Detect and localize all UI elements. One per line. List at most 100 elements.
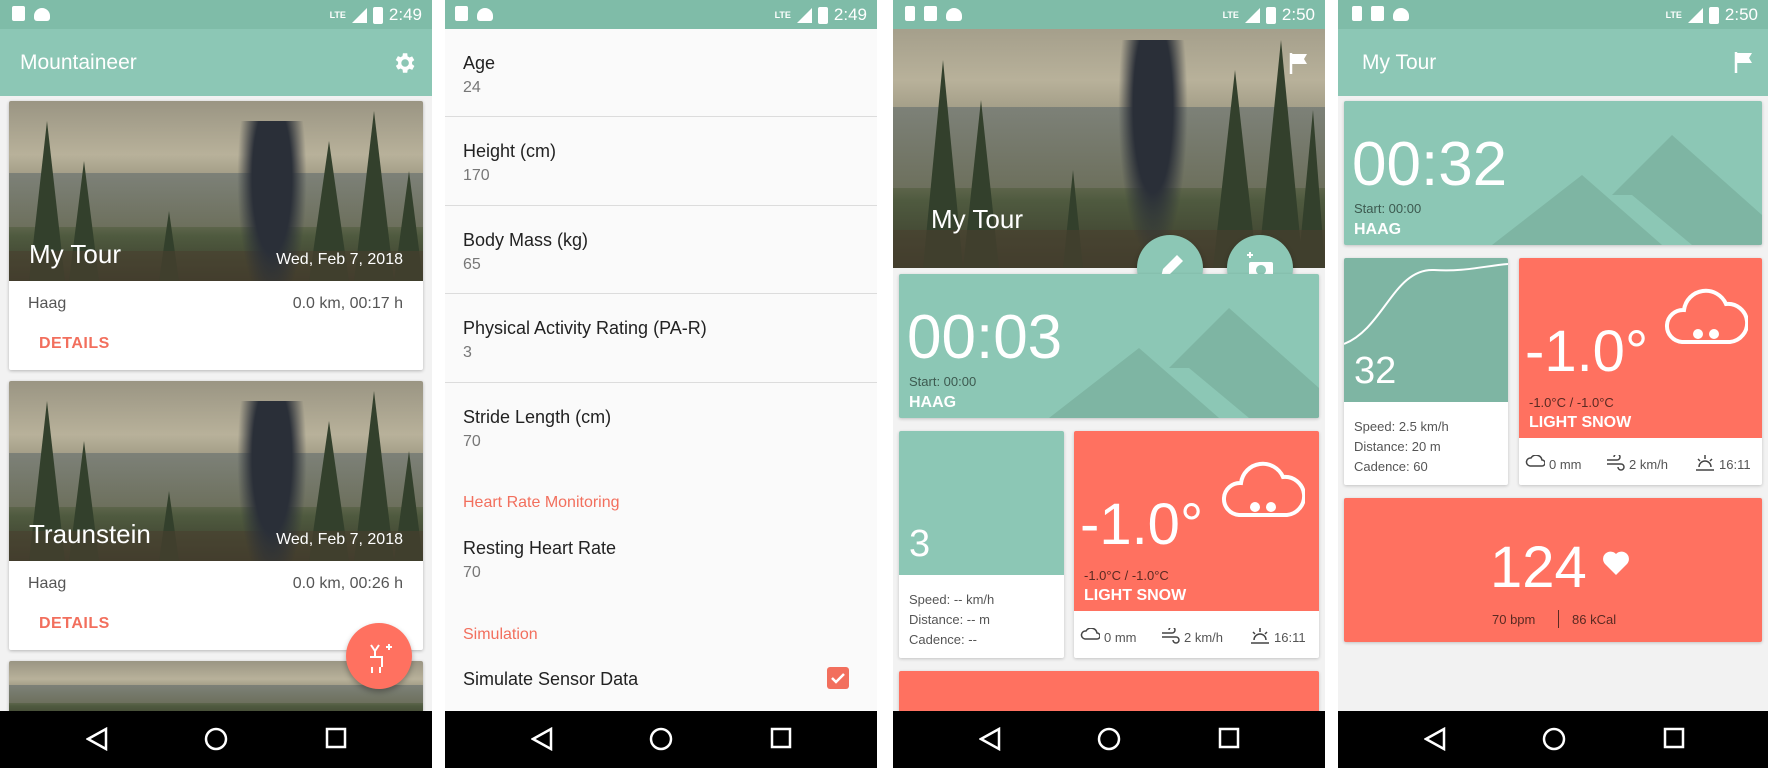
pref-simulate-sensor[interactable]: Simulate Sensor Data xyxy=(445,655,877,705)
clock: 2:50 xyxy=(1281,5,1315,24)
sunset-icon xyxy=(1696,455,1714,471)
tour-title: Traunstein xyxy=(29,519,151,549)
home-icon[interactable] xyxy=(204,727,228,751)
lte-label: LTE xyxy=(1222,9,1239,20)
mountain-graphic xyxy=(1492,135,1762,245)
bpm-value: 70 bpm xyxy=(1492,612,1536,627)
recents-icon[interactable] xyxy=(325,727,347,749)
flag-icon[interactable] xyxy=(1288,52,1310,74)
rain-icon xyxy=(1080,628,1100,640)
temp-range: -1.0°C / -1.0°C xyxy=(1529,395,1614,410)
rain-value: 0 mm xyxy=(1104,630,1137,645)
steps-tile: 3 Speed: -- km/h Distance: -- m Cadence:… xyxy=(899,431,1064,658)
temperature: -1.0° xyxy=(1525,319,1649,384)
step-count: 3 xyxy=(909,523,931,565)
recents-icon[interactable] xyxy=(1663,727,1685,749)
details-button[interactable]: DETAILS xyxy=(39,335,110,353)
android-icon xyxy=(34,8,50,21)
pref-value: 70 xyxy=(463,564,481,581)
heart-rate-value: 124 xyxy=(1490,535,1587,600)
battery-icon xyxy=(1265,6,1276,24)
signal-icon xyxy=(1244,7,1260,23)
tour-photo: My Tour Wed, Feb 7, 2018 xyxy=(9,101,423,281)
steps-tile: 32 Speed: 2.5 km/h Distance: 20 m Cadenc… xyxy=(1344,258,1508,485)
add-tour-fab[interactable] xyxy=(346,623,412,689)
pref-label: Body Mass (kg) xyxy=(463,230,589,250)
pref-label: Age xyxy=(463,53,496,73)
pref-height[interactable]: Height (cm) 170 xyxy=(445,117,877,206)
clock: 2:50 xyxy=(1724,5,1758,24)
nav-bar xyxy=(445,711,877,768)
details-button[interactable]: DETAILS xyxy=(39,615,110,633)
screen-tour-detail: My Tour LTE 2:50 00:03 Start: 00:00 HAAG … xyxy=(893,0,1325,768)
heart-rate-tile: 124 70 bpm 86 kCal xyxy=(1344,498,1762,642)
nav-bar xyxy=(0,711,432,768)
status-bar: LTE 2:49 xyxy=(0,0,432,29)
nav-bar xyxy=(893,711,1325,768)
back-icon[interactable] xyxy=(979,727,1001,751)
tour-card[interactable]: Traunstein Wed, Feb 7, 2018 Haag 0.0 km,… xyxy=(9,381,423,650)
weather-condition: LIGHT SNOW xyxy=(1084,587,1187,604)
back-icon[interactable] xyxy=(531,727,553,751)
pref-activity-rating[interactable]: Physical Activity Rating (PA-R) 3 xyxy=(445,294,877,383)
sd-card-icon xyxy=(455,6,468,21)
pref-label: Height (cm) xyxy=(463,141,557,161)
walking-icon xyxy=(905,6,915,21)
screen-tour-dashboard: LTE 2:50 My Tour 00:32 Start: 00:00 HAAG … xyxy=(1338,0,1768,768)
rain-icon xyxy=(1525,455,1545,467)
tour-title: My Tour xyxy=(931,204,1023,234)
lte-label: LTE xyxy=(1665,9,1682,20)
pref-stride-length[interactable]: Stride Length (cm) 70 xyxy=(445,383,877,471)
heart-icon xyxy=(1603,551,1629,575)
android-icon xyxy=(1393,8,1409,21)
temperature: -1.0° xyxy=(1080,492,1204,557)
pref-value: 24 xyxy=(463,79,481,96)
weather-tile: -1.0° -1.0°C / -1.0°C LIGHT SNOW 0 mm 2 … xyxy=(1074,431,1319,658)
tour-card[interactable]: My Tour Wed, Feb 7, 2018 Haag 0.0 km, 00… xyxy=(9,101,423,370)
signal-icon xyxy=(796,7,812,23)
pref-age[interactable]: Age 24 xyxy=(445,29,877,117)
start-time: Start: 00:00 xyxy=(909,374,977,389)
step-count: 32 xyxy=(1354,350,1397,392)
battery-icon xyxy=(372,6,383,24)
signal-icon xyxy=(1687,7,1703,23)
pref-value: 170 xyxy=(463,167,490,184)
clock: 2:49 xyxy=(388,5,422,24)
rain-value: 0 mm xyxy=(1549,457,1582,472)
recents-icon[interactable] xyxy=(770,727,792,749)
status-bar: LTE 2:50 xyxy=(1338,0,1768,29)
status-bar: LTE 2:49 xyxy=(445,0,877,29)
simulate-checkbox[interactable] xyxy=(827,667,849,689)
pref-label: Resting Heart Rate xyxy=(463,538,617,558)
home-icon[interactable] xyxy=(1097,727,1121,751)
pref-label: Stride Length (cm) xyxy=(463,407,612,427)
back-icon[interactable] xyxy=(1424,727,1446,751)
distance-label: Distance: 20 m xyxy=(1354,439,1441,454)
snow-cloud-icon xyxy=(1665,288,1748,344)
pref-value: 65 xyxy=(463,256,481,273)
flag-icon[interactable] xyxy=(1733,51,1755,73)
walking-icon xyxy=(1352,6,1362,21)
screen-settings: LTE 2:49 Age 24 Height (cm) 170 Body Mass (… xyxy=(445,0,877,768)
home-icon[interactable] xyxy=(1542,727,1566,751)
pref-body-mass[interactable]: Body Mass (kg) 65 xyxy=(445,206,877,294)
recents-icon[interactable] xyxy=(1218,727,1240,749)
tour-date: Wed, Feb 7, 2018 xyxy=(276,531,403,548)
lte-label: LTE xyxy=(329,9,346,20)
cadence-label: Cadence: -- xyxy=(909,632,977,647)
tour-date: Wed, Feb 7, 2018 xyxy=(276,251,403,268)
location-label: HAAG xyxy=(1354,221,1402,238)
app-bar: Mountaineer xyxy=(0,29,432,96)
home-icon[interactable] xyxy=(649,727,673,751)
back-icon[interactable] xyxy=(86,727,108,751)
tour-place: Haag xyxy=(28,295,67,312)
start-time: Start: 00:00 xyxy=(1354,201,1422,216)
pref-resting-heart-rate[interactable]: Resting Heart Rate 70 xyxy=(445,520,877,600)
timer-tile: 00:03 Start: 00:00 HAAG xyxy=(899,274,1319,418)
battery-icon xyxy=(817,6,828,24)
app-bar: My Tour xyxy=(1338,29,1768,96)
settings-gear-icon[interactable] xyxy=(391,50,417,76)
wind-icon xyxy=(1162,628,1180,644)
battery-icon xyxy=(1708,6,1719,24)
sunset-value: 16:11 xyxy=(1274,630,1306,645)
